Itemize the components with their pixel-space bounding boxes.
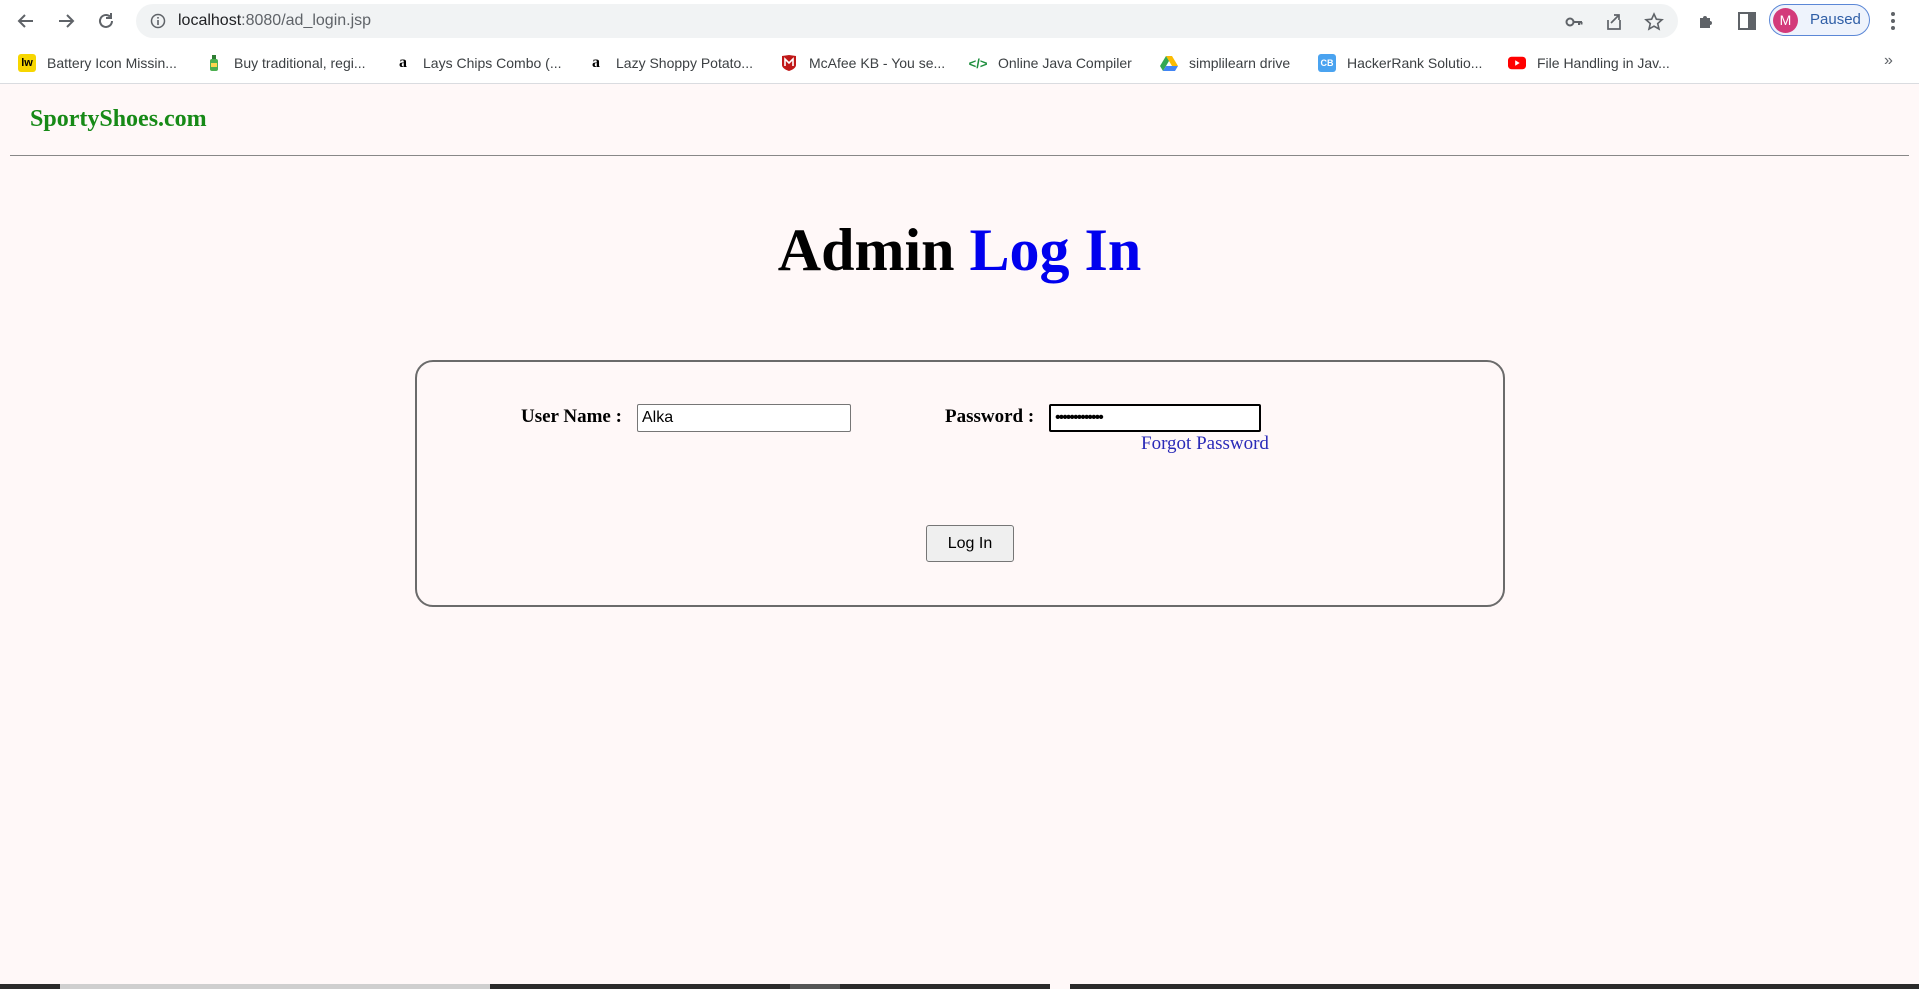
bookmark-label: Lazy Shoppy Potato... — [616, 55, 753, 71]
bookmark-item[interactable]: CB HackerRank Solutio... — [1318, 52, 1482, 74]
lw-icon: lw — [18, 54, 36, 72]
url-text: localhost:8080/ad_login.jsp — [178, 12, 371, 30]
bookmark-item[interactable]: lw Battery Icon Missin... — [18, 52, 177, 74]
reload-icon[interactable] — [94, 9, 118, 33]
username-field[interactable] — [637, 404, 851, 432]
bookmark-item[interactable]: a Lazy Shoppy Potato... — [587, 52, 753, 74]
site-name: SportyShoes.com — [30, 106, 207, 132]
bottle-icon — [205, 54, 223, 72]
extensions-puzzle-icon[interactable] — [1696, 10, 1718, 32]
bookmark-item[interactable]: Buy traditional, regi... — [205, 52, 366, 74]
password-field[interactable] — [1049, 404, 1261, 432]
amazon-icon: a — [592, 54, 600, 71]
site-info-icon[interactable] — [150, 13, 166, 29]
bookmark-label: Battery Icon Missin... — [47, 55, 177, 71]
bookmark-label: McAfee KB - You se... — [809, 55, 946, 71]
key-icon[interactable] — [1564, 12, 1584, 32]
bookmark-label: Online Java Compiler — [998, 55, 1132, 71]
profile-button[interactable]: M Paused — [1769, 4, 1870, 36]
bottom-strip-segment — [790, 984, 840, 989]
bookmark-item[interactable]: a Lays Chips Combo (... — [394, 52, 562, 74]
share-icon[interactable] — [1604, 12, 1624, 32]
page-title: Admin Log In — [0, 213, 1919, 287]
more-menu-icon[interactable] — [1884, 9, 1902, 33]
header-divider — [10, 155, 1909, 156]
bottom-strip-segment — [60, 984, 490, 989]
bookmark-label: File Handling in Jav... — [1537, 55, 1670, 71]
bookmark-item[interactable]: McAfee KB - You se... — [780, 52, 945, 74]
side-panel-icon[interactable] — [1736, 10, 1758, 32]
bookmark-label: Buy traditional, regi... — [234, 55, 366, 71]
username-label: User Name : — [521, 406, 622, 427]
bottom-scroll-strip — [0, 984, 1919, 989]
amazon-icon: a — [399, 54, 407, 71]
code-icon: </> — [968, 55, 988, 71]
cb-icon: CB — [1318, 54, 1336, 72]
bookmark-item[interactable]: simplilearn drive — [1160, 52, 1290, 74]
forgot-password-link[interactable]: Forgot Password — [1141, 433, 1269, 455]
browser-toolbar: localhost:8080/ad_login.jsp M Paused — [0, 0, 1919, 42]
more-bookmarks-chevron-icon[interactable]: » — [1884, 52, 1893, 70]
login-form-box — [415, 360, 1505, 607]
page-title-admin: Admin — [777, 217, 955, 283]
url-path: :8080/ad_login.jsp — [241, 12, 372, 29]
login-button[interactable]: Log In — [926, 525, 1014, 562]
profile-status: Paused — [1810, 11, 1861, 28]
page-title-login: Log In — [969, 217, 1142, 283]
bookmark-item[interactable]: </> Online Java Compiler — [969, 52, 1132, 74]
bookmarks-bar: lw Battery Icon Missin... Buy traditiona… — [0, 42, 1919, 84]
bookmark-label: Lays Chips Combo (... — [423, 55, 562, 71]
bookmark-label: simplilearn drive — [1189, 55, 1291, 71]
avatar: M — [1773, 8, 1798, 33]
url-host: localhost — [178, 12, 242, 29]
bookmark-star-icon[interactable] — [1644, 12, 1664, 32]
mcafee-icon — [780, 54, 798, 72]
bottom-strip-segment — [1050, 984, 1070, 989]
forward-arrow-icon[interactable] — [54, 9, 78, 33]
address-bar[interactable]: localhost:8080/ad_login.jsp — [136, 4, 1678, 38]
password-label: Password : — [945, 406, 1035, 427]
bookmark-label: HackerRank Solutio... — [1347, 55, 1483, 71]
back-arrow-icon[interactable] — [14, 9, 38, 33]
bookmark-item[interactable]: File Handling in Jav... — [1508, 52, 1670, 74]
google-drive-icon — [1160, 54, 1178, 72]
youtube-icon — [1508, 54, 1526, 72]
